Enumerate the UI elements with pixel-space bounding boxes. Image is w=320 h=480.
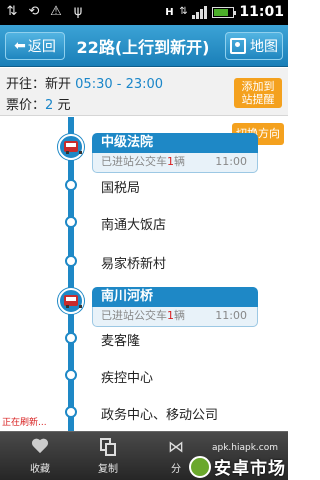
stop-dot <box>65 216 77 228</box>
stop-name: 南通大饭店 <box>101 218 167 233</box>
bus-status: 已进站公交车1辆 11:00 <box>92 153 258 173</box>
usb-icon: ψ <box>73 4 83 19</box>
map-icon <box>230 38 246 54</box>
stop-name: 中级法院 <box>92 133 258 153</box>
bus-stop-card: 南川河桥 已进站公交车1辆 11:00 <box>92 287 258 327</box>
warning-icon: ⚠ <box>50 4 62 19</box>
add-arrival-alert-button[interactable]: 添加到站提醒 <box>234 78 282 108</box>
fare-amount: 2 <box>45 98 54 113</box>
clock: 11:01 <box>239 4 284 20</box>
fare-unit: 元 <box>57 98 71 113</box>
sync-icon: ⟲ <box>28 4 40 19</box>
bus-time: 11:00 <box>215 155 247 168</box>
tab-copy[interactable]: 复制 <box>82 432 134 480</box>
fare-label: 票价： <box>6 98 46 113</box>
android-market-icon <box>189 455 211 478</box>
bus-icon <box>58 288 84 314</box>
bus-stop-card: 中级法院 已进站公交车1辆 11:00 <box>92 133 258 173</box>
bus-status-unit: 辆 <box>174 309 185 322</box>
back-button-label: 返回 <box>27 39 56 55</box>
watermark-url: apk.hiapk.com <box>211 443 278 453</box>
bus-status-text: 已进站公交车 <box>101 309 167 322</box>
tab-label: 收藏 <box>30 464 50 475</box>
share-icon: ⋈ <box>168 437 184 456</box>
stop-dot <box>65 255 77 267</box>
system-icons: H ⇅ 11:01 <box>164 3 284 21</box>
tab-label: 复制 <box>98 464 118 475</box>
tab-favorite[interactable]: 收藏 <box>14 432 66 480</box>
bus-count: 1 <box>167 309 174 322</box>
bus-status-unit: 辆 <box>174 155 185 168</box>
alert-button-label: 添加到站提醒 <box>241 80 275 106</box>
back-arrow-icon: ⬅ <box>14 38 26 54</box>
fare-line: 票价：2 元 <box>6 94 70 113</box>
bus-time: 11:00 <box>215 309 247 322</box>
stop-name: 政务中心、移动公司 <box>101 408 219 423</box>
watermark-logo: 安卓市场 <box>189 454 286 479</box>
destination-text: 开往：新开 <box>6 77 72 92</box>
stop-name: 南川河桥 <box>92 287 258 307</box>
heart-icon <box>31 439 49 455</box>
refresh-status: 正在刷新... <box>2 418 47 428</box>
stop-dot <box>65 179 77 191</box>
bus-icon <box>58 134 84 160</box>
copy-icon <box>100 438 116 456</box>
bus-count: 1 <box>167 155 174 168</box>
map-button-label: 地图 <box>250 39 278 55</box>
stop-name: 易家桥新村 <box>101 257 167 272</box>
bus-status: 已进站公交车1辆 11:00 <box>92 307 258 327</box>
data-arrows-icon: ⇅ <box>179 6 188 17</box>
bus-status-text: 已进站公交车 <box>101 155 167 168</box>
battery-icon <box>212 6 237 18</box>
stop-list[interactable]: 切换方向 中级法院 已进站公交车1辆 11:00 国税局 南通大饭店 易家桥新村… <box>0 117 288 431</box>
operating-hours: 05:30 - 23:00 <box>75 77 164 92</box>
stop-dot <box>65 332 77 344</box>
stop-name: 麦客隆 <box>101 334 141 349</box>
watermark-text: 安卓市场 <box>214 459 286 479</box>
status-bar: ⇅ ⟲ ⚠ ψ H ⇅ 11:01 <box>0 0 288 25</box>
stop-dot <box>65 369 77 381</box>
notification-icons: ⇅ ⟲ ⚠ ψ <box>4 3 86 21</box>
usb-transfer-icon: ⇅ <box>6 4 18 19</box>
signal-icon <box>192 5 208 19</box>
stop-name: 疾控中心 <box>101 371 154 386</box>
route-track <box>68 117 74 431</box>
map-button[interactable]: 地图 <box>225 32 283 60</box>
tab-label: 分 <box>171 464 181 475</box>
stop-dot <box>65 406 77 418</box>
destination-line: 开往：新开 05:30 - 23:00 <box>6 73 163 92</box>
stop-name: 国税局 <box>101 181 141 196</box>
back-button[interactable]: ⬅ 返回 <box>5 32 65 60</box>
title-bar: ⬅ 返回 22路(上行到新开) 地图 <box>0 25 288 67</box>
data-type-indicator: H <box>165 6 174 18</box>
page-title: 22路(上行到新开) <box>76 38 210 57</box>
